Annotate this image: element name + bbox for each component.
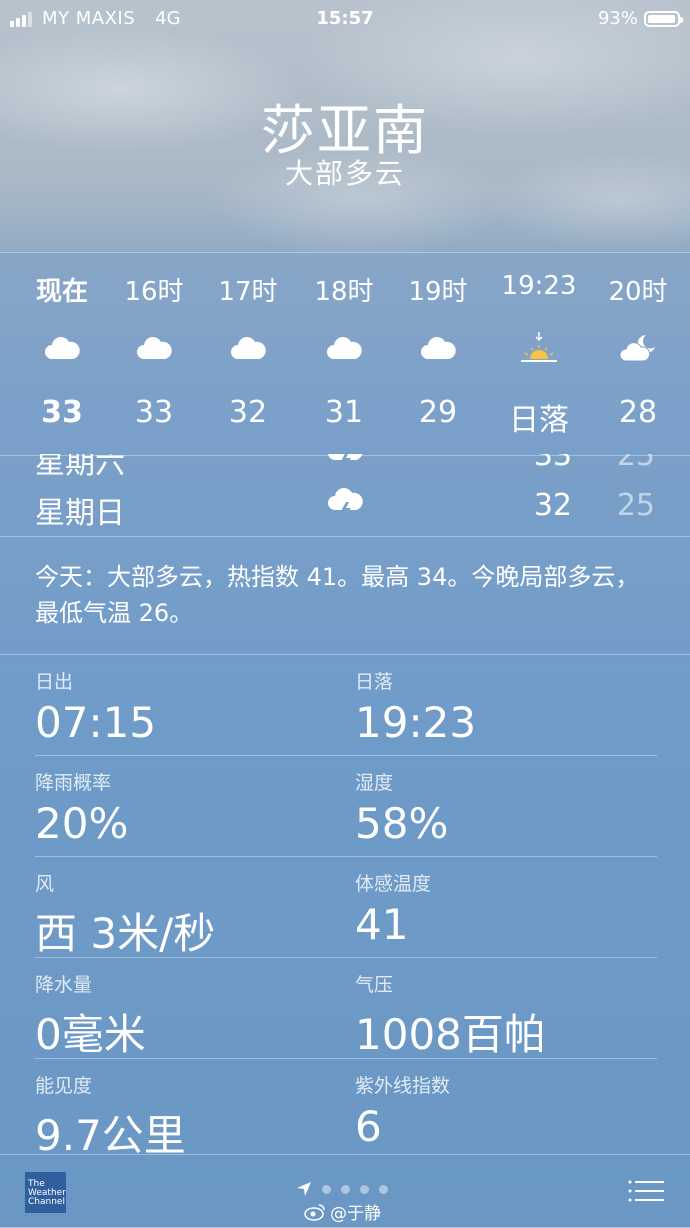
hour-temp: 33 xyxy=(41,395,83,430)
sunset-value: 19:23 xyxy=(355,698,477,747)
day-name: 星期六 xyxy=(35,454,125,481)
sunset-icon xyxy=(521,332,557,362)
humidity-label: 湿度 xyxy=(355,772,394,794)
feels-like-value: 41 xyxy=(355,900,409,949)
wind-value: 西 3米/秒 xyxy=(35,909,216,958)
hour-temp: 日落 xyxy=(509,403,569,438)
hour-temp: 32 xyxy=(228,395,268,430)
day-low: 25 xyxy=(616,488,655,523)
hour-label: 16时 xyxy=(124,277,184,307)
thunderstorm-icon xyxy=(328,488,363,519)
daily-forecast[interactable]: 星期六 33 25 星期日 32 25 xyxy=(0,454,690,534)
rain-chance-label: 降雨概率 xyxy=(35,772,112,794)
page-dot xyxy=(322,1184,331,1194)
cloud-icon xyxy=(137,337,172,359)
feels-like-label: 体感温度 xyxy=(355,873,432,895)
status-bar: MY MAXIS 4G 15:57 93% xyxy=(0,8,690,30)
city-list-icon[interactable] xyxy=(628,1179,664,1203)
pressure-value: 1008百帕 xyxy=(355,1010,546,1059)
cloud-icon xyxy=(231,337,266,359)
day-name: 星期日 xyxy=(35,496,125,531)
cloud-icon xyxy=(327,337,362,359)
precipitation-label: 降水量 xyxy=(35,974,93,996)
day-low: 25 xyxy=(616,454,655,473)
visibility-label: 能见度 xyxy=(35,1075,93,1097)
current-condition: 大部多云 xyxy=(284,157,405,190)
hour-label: 19时 xyxy=(408,277,468,307)
page-dot xyxy=(341,1184,350,1194)
page-dot xyxy=(360,1184,369,1194)
page-dot xyxy=(379,1184,388,1194)
battery-icon xyxy=(644,10,683,27)
detail-row: 降雨概率 20% 湿度 58% xyxy=(35,756,657,857)
hour-label: 现在 xyxy=(35,277,88,307)
weather-details: 日出 07:15 日落 19:23 降雨概率 20% 湿度 58% 风西 3米/秒 体感… xyxy=(0,654,690,1160)
battery-percent: 93% xyxy=(597,8,638,29)
daily-summary: 今天：大部多云，热指数 41。最高 34。今晚局部多云，最低气温 26。 xyxy=(0,536,690,656)
detail-row: 风西 3米/秒 体感温度 41 xyxy=(35,857,657,958)
watermark-text: @于静 xyxy=(330,1204,381,1224)
sunrise-value: 07:15 xyxy=(35,698,157,747)
hour-label: 18时 xyxy=(314,277,374,307)
partly-cloudy-night-icon xyxy=(619,335,655,362)
day-high: 33 xyxy=(533,454,572,473)
detail-row: 能见度 9.7公里 紫外线指数 6 xyxy=(35,1059,657,1160)
weather-channel-logo[interactable]: The Weather Channel xyxy=(25,1172,66,1213)
cloud-icon xyxy=(421,337,456,359)
weibo-icon xyxy=(304,1203,325,1221)
hour-label: 20时 xyxy=(608,277,668,307)
hour-label: 17时 xyxy=(218,277,278,307)
hourly-forecast[interactable]: 现在 33 16时 33 17时 32 18时 31 19时 29 19:23 … xyxy=(0,252,690,456)
detail-row: 日出 07:15 日落 19:23 xyxy=(35,655,657,756)
page-indicator[interactable] xyxy=(296,1181,388,1197)
daily-row: 星期日 32 25 xyxy=(0,482,690,532)
status-time: 15:57 xyxy=(316,8,374,29)
wind-label: 风 xyxy=(35,873,55,895)
location-arrow-icon xyxy=(297,1182,311,1196)
uv-index-value: 6 xyxy=(355,1102,382,1151)
detail-row: 降水量 0毫米 气压 1008百帕 xyxy=(35,958,657,1059)
hour-temp: 29 xyxy=(418,395,458,430)
pressure-label: 气压 xyxy=(355,974,394,996)
day-high: 32 xyxy=(533,488,572,523)
cloud-icon xyxy=(45,337,80,359)
hour-label: 19:23 xyxy=(501,271,577,301)
daily-row: 星期六 33 25 xyxy=(0,454,690,482)
uv-index-label: 紫外线指数 xyxy=(355,1075,451,1097)
hour-temp: 33 xyxy=(134,395,174,430)
hour-temp: 31 xyxy=(324,395,364,430)
rain-chance-value: 20% xyxy=(35,799,129,848)
thunderstorm-icon xyxy=(328,454,363,469)
weibo-watermark: @于静 xyxy=(304,1199,381,1224)
precipitation-value: 0毫米 xyxy=(35,1010,146,1059)
sunset-label: 日落 xyxy=(355,671,394,693)
humidity-value: 58% xyxy=(355,799,449,848)
hour-temp: 28 xyxy=(618,395,658,430)
bottom-toolbar: The Weather Channel @于静 xyxy=(0,1154,690,1228)
sunrise-label: 日出 xyxy=(35,671,74,693)
